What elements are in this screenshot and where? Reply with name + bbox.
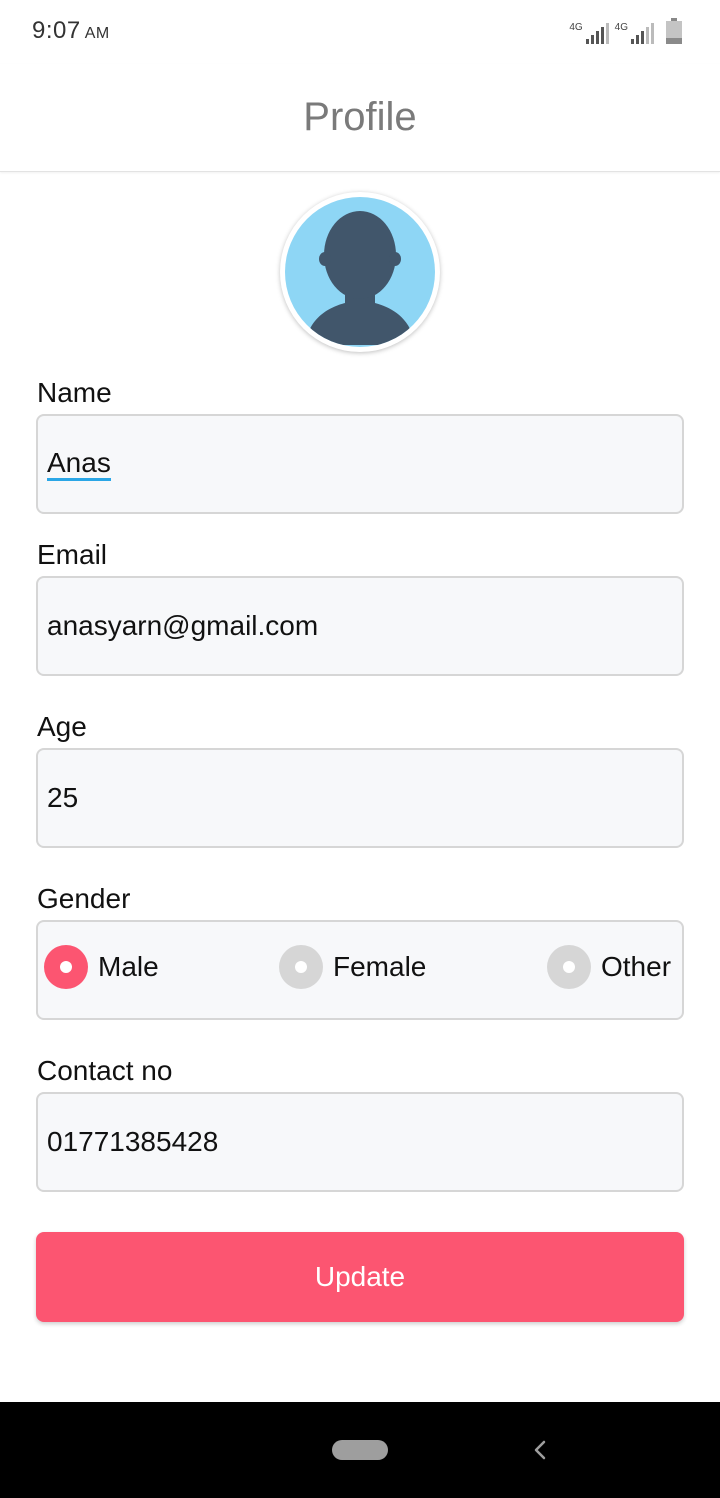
email-field[interactable]: anasyarn@gmail.com [36,576,684,676]
radio-unselected-icon [547,945,591,989]
signal-icon: 4G [569,22,609,44]
avatar-icon [285,197,435,347]
contact-value: 01771385428 [47,1126,219,1157]
age-value: 25 [47,782,79,813]
name-field[interactable]: Anas [36,414,684,514]
gender-option-label: Male [98,951,159,982]
age-label: Age [37,711,87,742]
status-time-value: 9:07 [32,17,81,44]
age-field[interactable]: 25 [36,748,684,848]
gender-option-other[interactable]: Other [547,944,671,990]
signal-label: 4G [569,22,583,33]
signal-label: 4G [614,22,628,33]
status-ampm: AM [84,25,110,42]
navigation-bar [0,1402,720,1498]
status-time: 9:07 AM [32,17,110,45]
gender-option-label: Other [601,951,672,982]
battery-icon [666,18,682,44]
gender-option-female[interactable]: Female [279,944,426,990]
contact-label: Contact no [37,1055,173,1086]
page-title: Profile [303,95,417,139]
home-pill-icon[interactable] [332,1440,388,1460]
name-value: Anas [47,448,111,481]
app-header: Profile [0,64,720,172]
status-icons: 4G 4G [569,18,682,44]
gender-option-label: Female [333,951,427,982]
radio-unselected-icon [279,945,323,989]
email-value: anasyarn@gmail.com [47,610,319,641]
gender-option-male[interactable]: Male [44,944,159,990]
contact-field[interactable]: 01771385428 [36,1092,684,1192]
email-label: Email [37,539,108,570]
update-button[interactable]: Update [36,1232,684,1322]
status-bar: 9:07 AM 4G 4G [0,0,720,64]
radio-selected-icon [44,945,88,989]
back-icon[interactable] [528,1434,552,1466]
name-label: Name [37,377,112,408]
gender-label: Gender [37,883,131,914]
signal-icon: 4G [615,22,654,44]
gender-radio-group: Male Female Other [36,920,684,1020]
avatar[interactable] [280,192,440,352]
